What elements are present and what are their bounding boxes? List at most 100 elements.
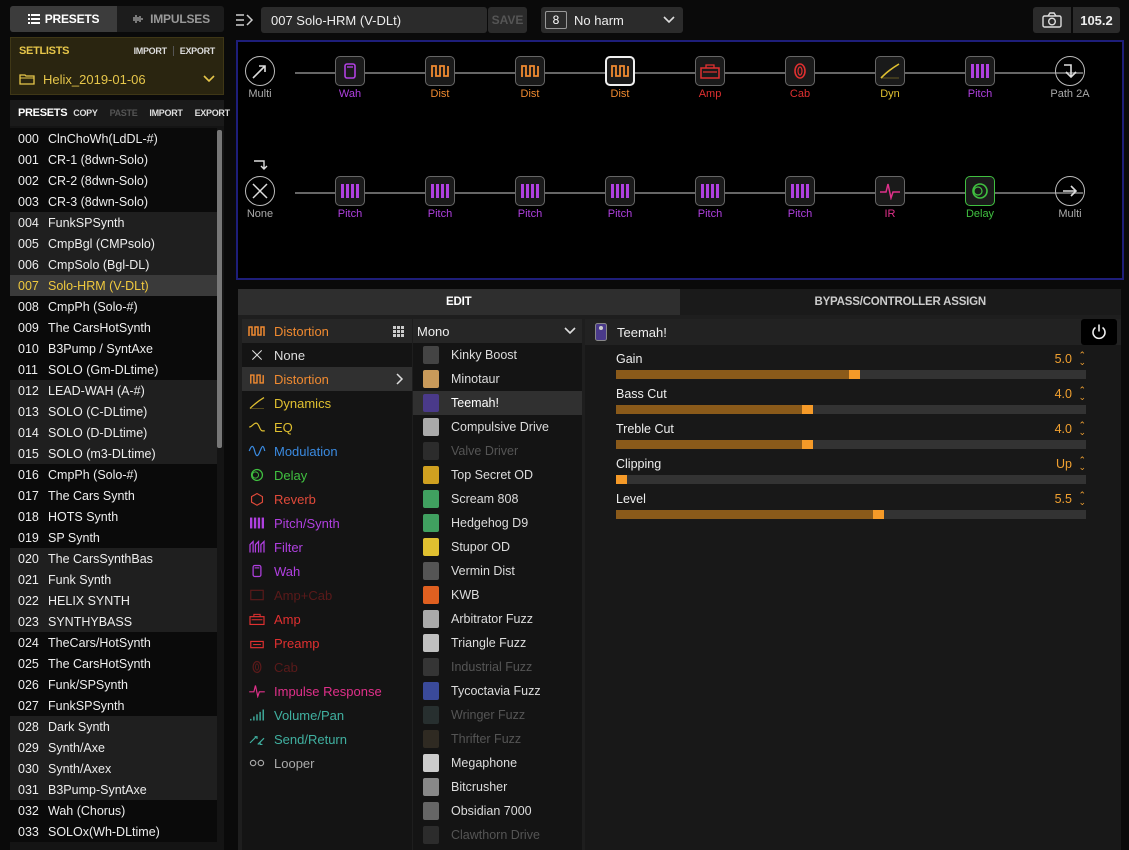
model-item[interactable]: Scream 808 [413,487,582,511]
param-gain[interactable]: Gain 5.0 ⌃ ⌄ [616,351,1086,379]
grid-block-pitch[interactable]: Pitch [510,176,550,220]
preset-row[interactable]: 011 SOLO (Gm-DLtime) [10,359,217,380]
category-reverb[interactable]: Reverb [242,487,412,511]
preset-row[interactable]: 001 CR-1 (8dwn-Solo) [10,149,217,170]
preset-row[interactable]: 032 Wah (Chorus) [10,800,217,821]
grid-block-pitch[interactable]: Pitch [330,176,370,220]
param-slider-knob[interactable] [802,405,813,414]
model-item[interactable]: Teemah! [413,391,582,415]
grid-block-pitch[interactable]: Pitch [420,176,460,220]
category-preamp[interactable]: Preamp [242,631,412,655]
model-item[interactable]: Minotaur [413,367,582,391]
preset-row[interactable]: 028 Dark Synth [10,716,217,737]
param-slider-knob[interactable] [616,475,627,484]
param-slider[interactable] [616,370,1086,379]
stepper-arrows-icon[interactable]: ⌃ ⌄ [1078,491,1086,507]
category-eq[interactable]: EQ [242,415,412,439]
grid-block-dist[interactable]: Dist [600,56,640,100]
preset-row[interactable]: 029 Synth/Axe [10,737,217,758]
preset-row[interactable]: 031 B3Pump-SyntAxe [10,779,217,800]
category-none[interactable]: None [242,343,412,367]
preset-row[interactable]: 004 FunkSPSynth [10,212,217,233]
preset-row[interactable]: 026 Funk/SPSynth [10,674,217,695]
category-pitch-synth[interactable]: Pitch/Synth [242,511,412,535]
param-clipping[interactable]: Clipping Up ⌃ ⌄ [616,456,1086,484]
preset-row[interactable]: 005 CmpBgl (CMPsolo) [10,233,217,254]
category-delay[interactable]: Delay [242,463,412,487]
model-item[interactable]: Industrial Fuzz [413,655,582,679]
model-item[interactable]: Wringer Fuzz [413,703,582,727]
preset-row[interactable]: 012 LEAD-WAH (A-#) [10,380,217,401]
grid-view-icon[interactable] [393,325,412,337]
category-dynamics[interactable]: Dynamics [242,391,412,415]
grid-block-delay[interactable]: Delay [960,176,1000,220]
stepper-arrows-icon[interactable]: ⌃ ⌄ [1078,421,1086,437]
preset-row[interactable]: 009 The CarsHotSynth [10,317,217,338]
category-cab[interactable]: Cab [242,655,412,679]
preset-name-field[interactable]: 007 Solo-HRM (V-DLt) [261,7,487,33]
grid-block-dyn[interactable]: Dyn [870,56,910,100]
grid-block-cab[interactable]: Cab [780,56,820,100]
category-wah[interactable]: Wah [242,559,412,583]
grid-block-ir[interactable]: IR [870,176,910,220]
tab-impulses[interactable]: IMPULSES [117,6,224,32]
model-item[interactable]: Thrifter Fuzz [413,727,582,751]
presets-export-button[interactable]: EXPORT [195,108,231,118]
save-button[interactable]: SAVE [488,7,527,33]
param-level[interactable]: Level 5.5 ⌃ ⌄ [616,491,1086,519]
preset-row[interactable]: 023 SYNTHYBASS [10,611,217,632]
preset-row[interactable]: 002 CR-2 (8dwn-Solo) [10,170,217,191]
model-item[interactable]: Triangle Fuzz [413,631,582,655]
param-slider-knob[interactable] [849,370,860,379]
grid-block-pitch[interactable]: Pitch [600,176,640,220]
param-slider[interactable] [616,440,1086,449]
preset-row[interactable]: 030 Synth/Axex [10,758,217,779]
model-item[interactable]: Kinky Boost [413,343,582,367]
grid-block-multi[interactable]: Multi [240,56,280,100]
preset-row[interactable]: 013 SOLO (C-DLtime) [10,401,217,422]
model-subcategory-selector[interactable]: Mono [413,319,582,343]
model-item[interactable]: Vermin Dist [413,559,582,583]
tab-edit[interactable]: EDIT [238,289,680,315]
category-volume-pan[interactable]: Volume/Pan [242,703,412,727]
grid-block-none[interactable]: None [240,160,280,220]
category-modulation[interactable]: Modulation [242,439,412,463]
preset-row[interactable]: 033 SOLOx(Wh-DLtime) [10,821,217,842]
category-filter[interactable]: Filter [242,535,412,559]
preset-row[interactable]: 025 The CarsHotSynth [10,653,217,674]
stepper-arrows-icon[interactable]: ⌃ ⌄ [1078,386,1086,402]
category-header[interactable]: Distortion [242,319,412,343]
menu-icon[interactable] [234,10,256,30]
model-item[interactable]: Tycoctavia Fuzz [413,679,582,703]
setlists-import-button[interactable]: IMPORT [134,46,168,56]
paste-button[interactable]: PASTE [110,108,138,118]
tempo-display[interactable]: 105.2 [1073,7,1120,33]
param-slider-knob[interactable] [802,440,813,449]
category-looper[interactable]: Looper [242,751,412,775]
preset-row[interactable]: 021 Funk Synth [10,569,217,590]
param-slider[interactable] [616,510,1086,519]
model-item[interactable]: Hedgehog D9 [413,511,582,535]
preset-row[interactable]: 003 CR-3 (8dwn-Solo) [10,191,217,212]
param-bass-cut[interactable]: Bass Cut 4.0 ⌃ ⌄ [616,386,1086,414]
tab-presets[interactable]: PRESETS [10,6,117,32]
preset-row[interactable]: 010 B3Pump / SyntAxe [10,338,217,359]
preset-row[interactable]: 020 The CarsSynthBas [10,548,217,569]
grid-block-amp[interactable]: Amp [690,56,730,100]
category-amp[interactable]: Amp [242,607,412,631]
model-item[interactable]: Compulsive Drive [413,415,582,439]
preset-row[interactable]: 000 ClnChoWh(LdDL-#) [10,128,217,149]
grid-block-dist[interactable]: Dist [510,56,550,100]
preset-row[interactable]: 027 FunkSPSynth [10,695,217,716]
model-item[interactable]: Obsidian 7000 [413,799,582,823]
presets-import-button[interactable]: IMPORT [149,108,183,118]
preset-row[interactable]: 018 HOTS Synth [10,506,217,527]
preset-row[interactable]: 014 SOLO (D-DLtime) [10,422,217,443]
grid-block-wah[interactable]: Wah [330,56,370,100]
camera-icon[interactable] [1033,7,1071,33]
setlist-selector[interactable]: Helix_2019-01-06 [11,64,223,94]
preset-list-scrollbar[interactable] [217,130,222,448]
param-slider[interactable] [616,405,1086,414]
snapshot-selector[interactable]: 8 No harm [541,7,683,33]
preset-row[interactable]: 017 The Cars Synth [10,485,217,506]
